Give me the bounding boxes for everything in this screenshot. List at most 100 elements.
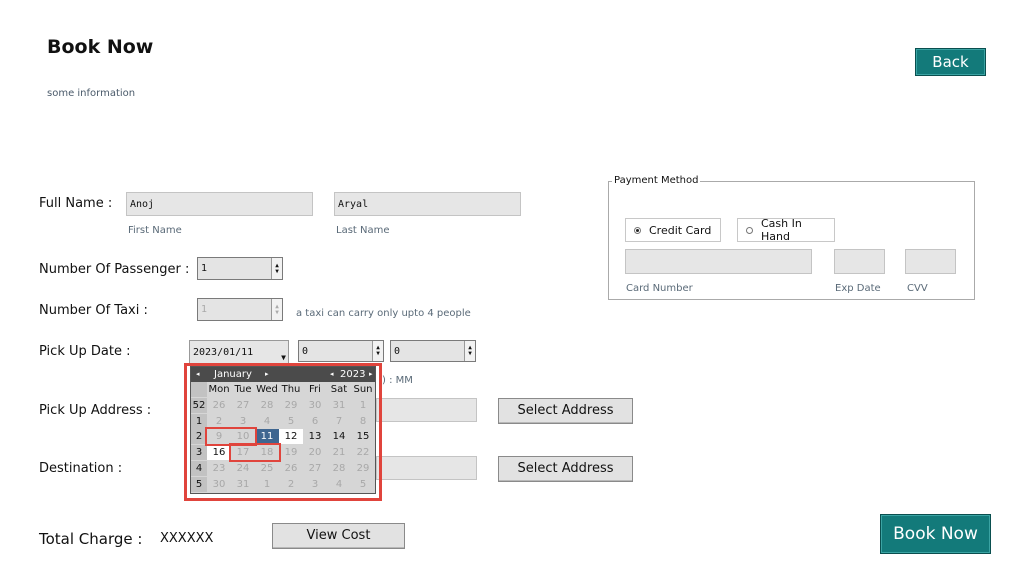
calendar-day[interactable]: 1 xyxy=(351,398,375,413)
calendar-day[interactable]: 19 xyxy=(279,445,303,460)
date-picker-calendar[interactable]: ◂ January ▸ ◂ 2023 ▸ Mon Tue Wed Thu Fri Sat S… xyxy=(190,366,376,494)
prev-month-icon[interactable]: ◂ xyxy=(196,370,200,378)
highlight-box xyxy=(229,443,281,462)
calendar-day[interactable]: 12 xyxy=(279,429,303,445)
dropdown-arrow-icon[interactable]: ▼ xyxy=(281,353,286,362)
select-pickup-address-button[interactable]: Select Address xyxy=(498,398,633,424)
calendar-day[interactable]: 3 xyxy=(231,414,255,429)
view-cost-button[interactable]: View Cost xyxy=(272,523,405,549)
book-now-button[interactable]: Book Now xyxy=(880,514,991,554)
pickup-date-field[interactable]: 2023/01/11 ▼ xyxy=(189,340,289,364)
cvv-hint: CVV xyxy=(907,283,928,294)
calendar-day[interactable]: 1 xyxy=(255,477,279,492)
exp-date-field[interactable] xyxy=(834,249,885,274)
card-number-hint: Card Number xyxy=(626,283,693,294)
calendar-header: ◂ January ▸ ◂ 2023 ▸ xyxy=(191,367,375,382)
calendar-day[interactable]: 6 xyxy=(303,414,327,429)
calendar-day[interactable]: 5 xyxy=(279,414,303,429)
calendar-day[interactable]: 27 xyxy=(231,398,255,413)
calendar-day[interactable]: 2 xyxy=(279,477,303,492)
cash-in-hand-radio[interactable]: Cash In Hand xyxy=(737,217,835,243)
calendar-day[interactable]: 14 xyxy=(327,429,351,444)
time-hint: ) : MM xyxy=(382,375,413,386)
calendar-day[interactable]: 4 xyxy=(327,477,351,492)
calendar-day[interactable]: 4 xyxy=(255,414,279,429)
radio-selected-icon xyxy=(634,226,641,234)
calendar-month: January xyxy=(214,369,252,380)
pickup-address-field[interactable] xyxy=(376,398,477,422)
stepper-arrows-icon[interactable]: ▲ ▼ xyxy=(372,341,383,361)
pickup-date-value: 2023/01/11 xyxy=(193,346,254,358)
calendar-day[interactable]: 22 xyxy=(351,445,375,460)
first-name-field[interactable]: Anoj xyxy=(126,192,313,216)
calendar-dow-label: Tue xyxy=(231,382,255,397)
calendar-day[interactable]: 31 xyxy=(231,477,255,492)
destination-label: Destination : xyxy=(39,461,123,476)
calendar-day[interactable]: 28 xyxy=(327,461,351,476)
calendar-week-number: 4 xyxy=(191,461,207,476)
calendar-day[interactable]: 28 xyxy=(255,398,279,413)
passengers-label: Number Of Passenger : xyxy=(39,262,190,277)
card-number-field[interactable] xyxy=(625,249,812,274)
stepper-arrows-icon[interactable]: ▲ ▼ xyxy=(271,258,282,279)
first-name-hint: First Name xyxy=(128,225,182,236)
calendar-day[interactable]: 26 xyxy=(279,461,303,476)
next-month-icon[interactable]: ▸ xyxy=(265,370,269,378)
minute-stepper[interactable]: 0 ▲ ▼ xyxy=(390,340,476,362)
last-name-hint: Last Name xyxy=(336,225,390,236)
radio-unselected-icon xyxy=(746,226,753,234)
calendar-day[interactable]: 7 xyxy=(327,414,351,429)
back-button[interactable]: Back xyxy=(915,48,986,76)
calendar-day[interactable]: 16 xyxy=(207,445,231,461)
calendar-day[interactable]: 29 xyxy=(351,461,375,476)
calendar-day[interactable]: 11 xyxy=(255,429,279,445)
calendar-day[interactable]: 24 xyxy=(231,461,255,476)
calendar-day[interactable]: 31 xyxy=(327,398,351,413)
passengers-stepper[interactable]: 1 ▲ ▼ xyxy=(197,257,283,280)
page-title: Book Now xyxy=(47,36,154,58)
pickup-address-label: Pick Up Address : xyxy=(39,403,152,418)
calendar-day[interactable]: 20 xyxy=(303,445,327,460)
calendar-day[interactable]: 21 xyxy=(327,445,351,460)
page-subtitle: some information xyxy=(47,88,136,99)
next-year-icon[interactable]: ▸ xyxy=(369,370,373,378)
calendar-day[interactable]: 13 xyxy=(303,429,327,444)
prev-year-icon[interactable]: ◂ xyxy=(330,370,334,378)
calendar-day[interactable]: 30 xyxy=(303,398,327,413)
calendar-week-number: 3 xyxy=(191,445,207,461)
payment-method-legend: Payment Method xyxy=(612,175,701,186)
cvv-field[interactable] xyxy=(905,249,956,274)
last-name-field[interactable]: Aryal xyxy=(334,192,521,216)
taxi-stepper[interactable]: 1 ▲ ▼ xyxy=(197,298,283,321)
calendar-day[interactable]: 25 xyxy=(255,461,279,476)
stepper-arrows-icon[interactable]: ▲ ▼ xyxy=(464,341,475,361)
calendar-week-number: 5 xyxy=(191,476,207,492)
calendar-day[interactable]: 3 xyxy=(303,477,327,492)
stepper-arrows-icon[interactable]: ▲ ▼ xyxy=(271,299,282,320)
taxi-value: 1 xyxy=(201,304,208,315)
destination-field[interactable] xyxy=(376,456,477,480)
calendar-week-number: 52 xyxy=(191,397,207,413)
calendar-day[interactable]: 8 xyxy=(351,414,375,429)
calendar-year: 2023 xyxy=(340,369,366,380)
credit-card-label: Credit Card xyxy=(649,223,712,237)
calendar-day[interactable]: 30 xyxy=(207,477,231,492)
hour-stepper[interactable]: 0 ▲ ▼ xyxy=(298,340,384,362)
calendar-day[interactable]: 15 xyxy=(351,429,375,444)
pickup-date-label: Pick Up Date : xyxy=(39,344,131,359)
total-charge-value: XXXXXX xyxy=(160,531,214,546)
select-destination-address-button[interactable]: Select Address xyxy=(498,456,633,482)
credit-card-radio[interactable]: Credit Card xyxy=(625,218,721,242)
taxi-label: Number Of Taxi : xyxy=(39,303,148,318)
taxi-hint: a taxi can carry only upto 4 people xyxy=(296,308,471,319)
calendar-day[interactable]: 2 xyxy=(207,414,231,429)
calendar-day[interactable]: 29 xyxy=(279,398,303,413)
hour-value: 0 xyxy=(302,345,309,357)
calendar-week-corner xyxy=(191,382,207,397)
calendar-day[interactable]: 26 xyxy=(207,398,231,413)
calendar-dow-label: Sun xyxy=(351,382,375,397)
calendar-dow-label: Fri xyxy=(303,382,327,397)
calendar-day[interactable]: 23 xyxy=(207,461,231,476)
calendar-day[interactable]: 5 xyxy=(351,477,375,492)
calendar-day[interactable]: 27 xyxy=(303,461,327,476)
